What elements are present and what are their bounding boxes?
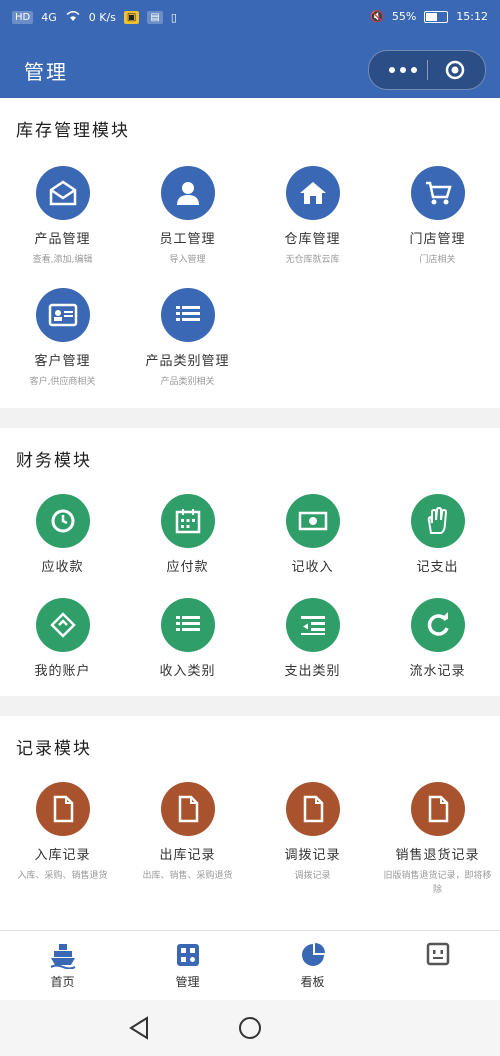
inbound-record-item[interactable]: 入库记录 入库、采购、销售退货 xyxy=(0,782,125,883)
expense-category-item[interactable]: 支出类别 xyxy=(250,598,375,679)
close-mini-program-button[interactable] xyxy=(445,60,465,80)
notification-icon: ▤ xyxy=(147,11,163,24)
contact-card-icon xyxy=(35,288,90,342)
ship-icon xyxy=(49,941,77,970)
list-icon xyxy=(160,598,215,652)
transfer-record-item[interactable]: 调拨记录 调拨记录 xyxy=(250,782,375,883)
tab-dashboard[interactable]: 看板 xyxy=(250,941,375,990)
customer-management-item[interactable]: 客户管理 客户,供应商相关 xyxy=(0,288,125,389)
document-icon xyxy=(160,782,215,836)
battery-icon xyxy=(424,10,449,23)
page-title: 管理 xyxy=(24,60,68,84)
payable-item[interactable]: 应付款 xyxy=(125,494,250,575)
user-icon xyxy=(160,166,215,220)
face-icon xyxy=(424,941,452,969)
home-icon xyxy=(285,166,340,220)
grid-icon xyxy=(174,941,202,969)
signal-4g: 4G xyxy=(41,11,57,24)
store-management-item[interactable]: 门店管理 门店相关 xyxy=(375,166,500,267)
mute-icon: 🔇 xyxy=(370,10,384,23)
calendar-icon xyxy=(160,494,215,548)
system-nav-bar xyxy=(0,1000,500,1056)
mini-program-capsule xyxy=(368,50,486,90)
money-icon xyxy=(285,494,340,548)
hand-icon xyxy=(410,494,465,548)
clock-time: 15:12 xyxy=(456,10,488,23)
phone-icon: ▯ xyxy=(170,11,177,24)
receivable-item[interactable]: 应收款 xyxy=(0,494,125,575)
clock-icon xyxy=(35,494,90,548)
record-expense-item[interactable]: 记支出 xyxy=(375,494,500,575)
swap-icon xyxy=(35,598,90,652)
transaction-record-item[interactable]: 流水记录 xyxy=(375,598,500,679)
my-account-item[interactable]: 我的账户 xyxy=(0,598,125,679)
app-notification-icon: ▣ xyxy=(123,11,140,24)
sales-return-record-item[interactable]: 销售退货记录 旧版销售退货记录，即将移除 xyxy=(375,782,500,897)
tab-mine[interactable] xyxy=(375,941,500,973)
top-bar: HD 4G 0 K/s ▣ ▤ ▯ 🔇 55% 15:12 管理 xyxy=(0,0,500,98)
document-icon xyxy=(410,782,465,836)
home-circle-icon[interactable] xyxy=(238,1016,262,1044)
warehouse-management-item[interactable]: 仓库管理 无仓库就云库 xyxy=(250,166,375,267)
list-icon xyxy=(160,288,215,342)
tab-manage[interactable]: 管理 xyxy=(125,941,250,990)
envelope-icon xyxy=(35,166,90,220)
tab-home[interactable]: 首页 xyxy=(0,941,125,990)
status-bar: HD 4G 0 K/s ▣ ▤ ▯ 🔇 55% 15:12 xyxy=(0,0,500,36)
staff-management-item[interactable]: 员工管理 导入管理 xyxy=(125,166,250,267)
section-title: 财务模块 xyxy=(16,451,92,471)
income-category-item[interactable]: 收入类别 xyxy=(125,598,250,679)
outbound-record-item[interactable]: 出库记录 出库、销售、采购退货 xyxy=(125,782,250,883)
more-menu-button[interactable] xyxy=(383,60,423,80)
document-icon xyxy=(35,782,90,836)
battery-percent: 55% xyxy=(391,10,417,23)
indent-list-icon xyxy=(285,598,340,652)
network-speed: 0 K/s xyxy=(88,11,116,24)
record-income-item[interactable]: 记收入 xyxy=(250,494,375,575)
section-title: 记录模块 xyxy=(16,739,92,759)
finance-module-section: 财务模块 应收款 应付款 记收入 记支出 我的账户 收入类别 支出类别 流水记录 xyxy=(0,428,500,696)
pie-chart-icon xyxy=(299,941,327,969)
back-icon[interactable] xyxy=(128,1016,150,1044)
wifi-icon xyxy=(65,10,81,25)
hd-badge: HD xyxy=(12,11,34,24)
inventory-module-section: 库存管理模块 产品管理 查看,添加,编辑 员工管理 导入管理 仓库管理 无仓库就… xyxy=(0,98,500,408)
section-title: 库存管理模块 xyxy=(16,121,130,141)
product-category-management-item[interactable]: 产品类别管理 产品类别相关 xyxy=(125,288,250,389)
product-management-item[interactable]: 产品管理 查看,添加,编辑 xyxy=(0,166,125,267)
document-icon xyxy=(285,782,340,836)
records-module-section: 记录模块 入库记录 入库、采购、销售退货 出库记录 出库、销售、采购退货 调拨记… xyxy=(0,716,500,930)
cart-icon xyxy=(410,166,465,220)
bottom-tab-bar: 首页 管理 看板 xyxy=(0,930,500,1001)
refresh-icon xyxy=(410,598,465,652)
